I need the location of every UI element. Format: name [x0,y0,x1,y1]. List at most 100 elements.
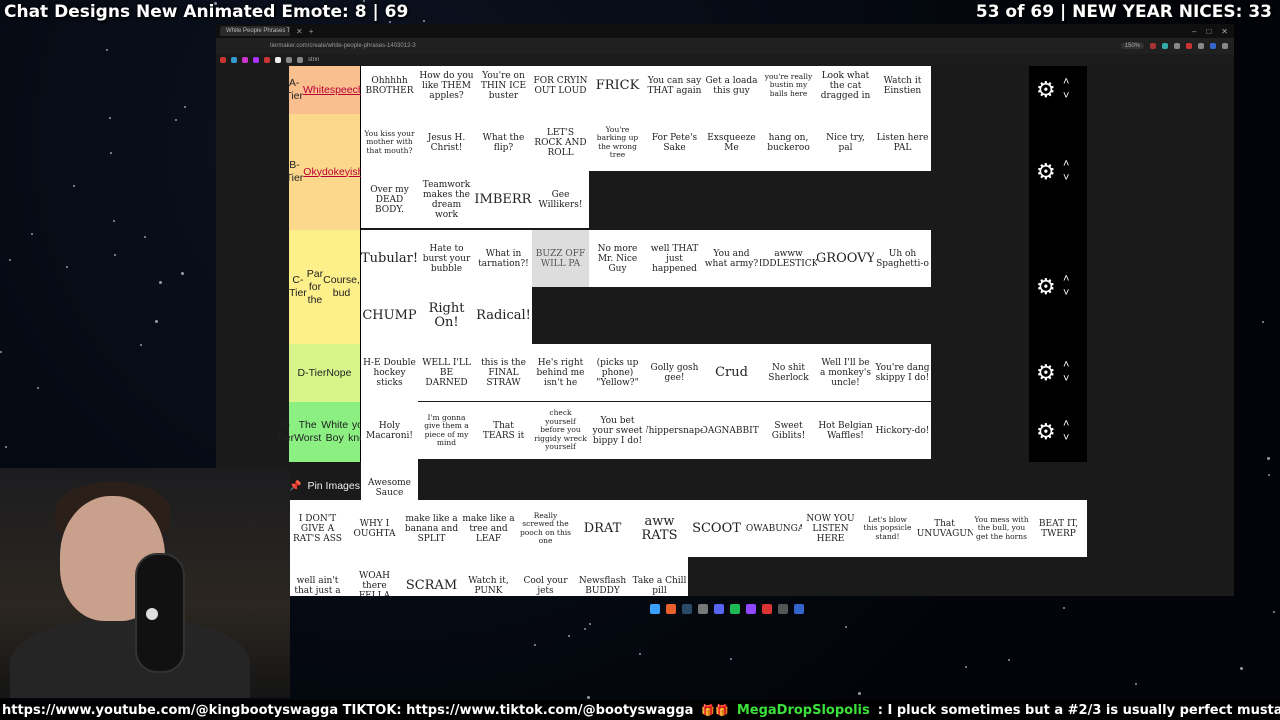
gear-icon[interactable]: ⚙ [1036,161,1056,183]
tier-item-card[interactable]: hang on, buckeroo [760,114,817,171]
app-icon[interactable] [762,604,772,614]
tier-item-card[interactable]: Hate to burst your bubble [418,230,475,287]
pin-item-card[interactable]: I DON'T GIVE A RAT'S ASS [289,500,346,557]
tier-item-card[interactable]: Listen here PAL [874,114,931,171]
gear-icon[interactable]: ⚙ [1036,421,1056,443]
tier-item-card[interactable]: Uh oh Spaghetti-o [874,230,931,287]
bookmark-icon[interactable] [253,57,259,63]
tier-item-card[interactable]: You bet your sweet bippy I do! [589,402,646,459]
pin-item-card[interactable]: Let's blow this popsicle stand! [859,500,916,557]
tier-item-card[interactable]: Ohhhhh BROTHER [361,66,418,114]
tier-item-card[interactable]: You're on THIN ICE buster [475,66,532,114]
tier-item-card[interactable]: Over my DEAD BODY. [361,171,418,228]
tier-item-card[interactable]: LET'S ROCK AND ROLL [532,114,589,171]
pin-images-header[interactable]: 📌 Pin Images [289,480,360,492]
bookmark-icon[interactable] [220,57,226,63]
gear-icon[interactable]: ⚙ [1036,276,1056,298]
pin-item-card[interactable]: Take a Chill pill [631,557,688,596]
tier-label[interactable]: B-Tier Okydokeyish [286,114,363,230]
menu-icon[interactable] [1222,43,1228,49]
bookmark-icon[interactable] [231,57,237,63]
bookmark-icon[interactable] [242,57,248,63]
pin-item-card[interactable]: You mess with the bull, you get the horn… [973,500,1030,557]
tier-item-card[interactable]: Radical! [475,287,532,344]
move-down-icon[interactable]: ˅ [1063,433,1069,444]
extension-icon[interactable] [1162,43,1168,49]
tier-item-card[interactable]: WELL I'LL BE DARNED [418,344,475,401]
tier-item-card[interactable]: That TEARS it [475,402,532,459]
pin-item-card[interactable]: WHY I OUGHTA [346,500,403,557]
pin-item-card[interactable]: Cool your jets [517,557,574,596]
tier-item-card[interactable]: H-E Double hockey sticks [361,344,418,401]
pin-item-card[interactable]: WOAH there FELLA [346,557,403,596]
tier-item-card[interactable]: I'm gonna give them a piece of my mind [418,402,475,459]
extension-icon[interactable] [1150,43,1156,49]
browser-tab[interactable]: White People Phrases Ti [220,26,290,36]
tier-item-card[interactable]: You can say THAT again [646,66,703,114]
bookmark-icon[interactable] [275,57,281,63]
close-tab-icon[interactable]: ✕ [296,27,303,36]
tier-item-card[interactable]: Tubular! [361,230,418,287]
tier-item-card[interactable]: What the flip? [475,114,532,171]
move-up-icon[interactable]: ˄ [1063,159,1069,170]
tier-item-card[interactable]: BUZZ OFF WILL PA [532,230,589,287]
url-field[interactable]: tiermaker.com/create/white-people-phrase… [270,43,416,49]
pin-item-card[interactable]: That SUNUVAGUN! [916,500,973,557]
tier-item-card[interactable]: (picks up phone) "Yellow?" [589,344,646,401]
tier-item-card[interactable]: Exsqueeze Me [703,114,760,171]
tier-item-card[interactable]: TIMBERRR [475,171,532,228]
gear-icon[interactable]: ⚙ [1036,79,1056,101]
tier-item-card[interactable]: Sweet Giblits! [760,402,817,459]
tier-item-card[interactable]: Right On! [418,287,475,344]
bookmark-icon[interactable] [264,57,270,63]
spotify-icon[interactable] [730,604,740,614]
app-icon[interactable] [778,604,788,614]
tier-item-card[interactable]: Get a loada this guy [703,66,760,114]
tier-item-card[interactable]: You're dang skippy I do! [874,344,931,401]
twitch-icon[interactable] [746,604,756,614]
tier-item-card[interactable]: Look what the cat dragged in [817,66,874,114]
pin-item-card[interactable]: make like a banana and SPLIT [403,500,460,557]
tier-label[interactable]: C-Tier Par for the Course, bud [289,230,361,344]
zoom-badge[interactable]: 150% [1120,43,1144,49]
tier-item-card[interactable]: No shit Sherlock [760,344,817,401]
pin-item-card[interactable]: Really screwed the pooch on this one [517,500,574,557]
move-down-icon[interactable]: ˅ [1063,374,1069,385]
tier-item-card[interactable]: No more Mr. Nice Guy [589,230,646,287]
tier-item-card[interactable]: Hot Belgian Waffles! [817,402,874,459]
pin-item-card[interactable]: Watch it, PUNK [460,557,517,596]
tier-item-card[interactable]: How do you like THEM apples? [418,66,475,114]
tier-item-card[interactable]: You and what army? [703,230,760,287]
tier-label[interactable]: A-Tier Whitespeech [285,66,364,114]
tier-item-card[interactable]: You're barking up the wrong tree [589,114,646,171]
tier-item-card[interactable]: CHUMP [361,287,418,344]
pin-item-card[interactable]: BEAT IT, TWERP [1030,500,1087,557]
maximize-icon[interactable]: □ [1206,27,1211,36]
pin-item-card[interactable]: well ain't that just a [289,557,346,596]
app-icon[interactable] [794,604,804,614]
windows-start-icon[interactable] [650,604,660,614]
pin-item-card[interactable]: Newsflash BUDDY [574,557,631,596]
extension-icon[interactable] [1198,43,1204,49]
tier-item-card[interactable]: Gee Willikers! [532,171,589,228]
pin-item-card[interactable]: COWABUNGA! [745,500,802,557]
profile-icon[interactable] [1210,43,1216,49]
tier-item-card[interactable]: Teamwork makes the dream work [418,171,475,228]
move-down-icon[interactable]: ˅ [1063,91,1069,102]
pin-item-card[interactable]: aww RATS [631,500,688,557]
tier-item-card[interactable]: You kiss your mother with that mouth? [361,114,418,171]
move-down-icon[interactable]: ˅ [1063,288,1069,299]
tier-item-card[interactable]: FOR CRYIN OUT LOUD [532,66,589,114]
pin-item-card[interactable]: SCOOT [688,500,745,557]
tier-item-card[interactable]: Watch it Einstien [874,66,931,114]
obs-icon[interactable] [698,604,708,614]
pin-item-card[interactable]: DRAT [574,500,631,557]
tier-item-card[interactable]: well THAT just happened [646,230,703,287]
tier-item-card[interactable]: What in tarnation?! [475,230,532,287]
move-up-icon[interactable]: ˄ [1063,419,1069,430]
gear-icon[interactable]: ⚙ [1036,362,1056,384]
tier-item-card[interactable]: FRICK [589,66,646,114]
tier-item-card[interactable]: Crud [703,344,760,401]
steam-icon[interactable] [682,604,692,614]
tier-label[interactable]: D-Tier Nope [289,344,361,402]
